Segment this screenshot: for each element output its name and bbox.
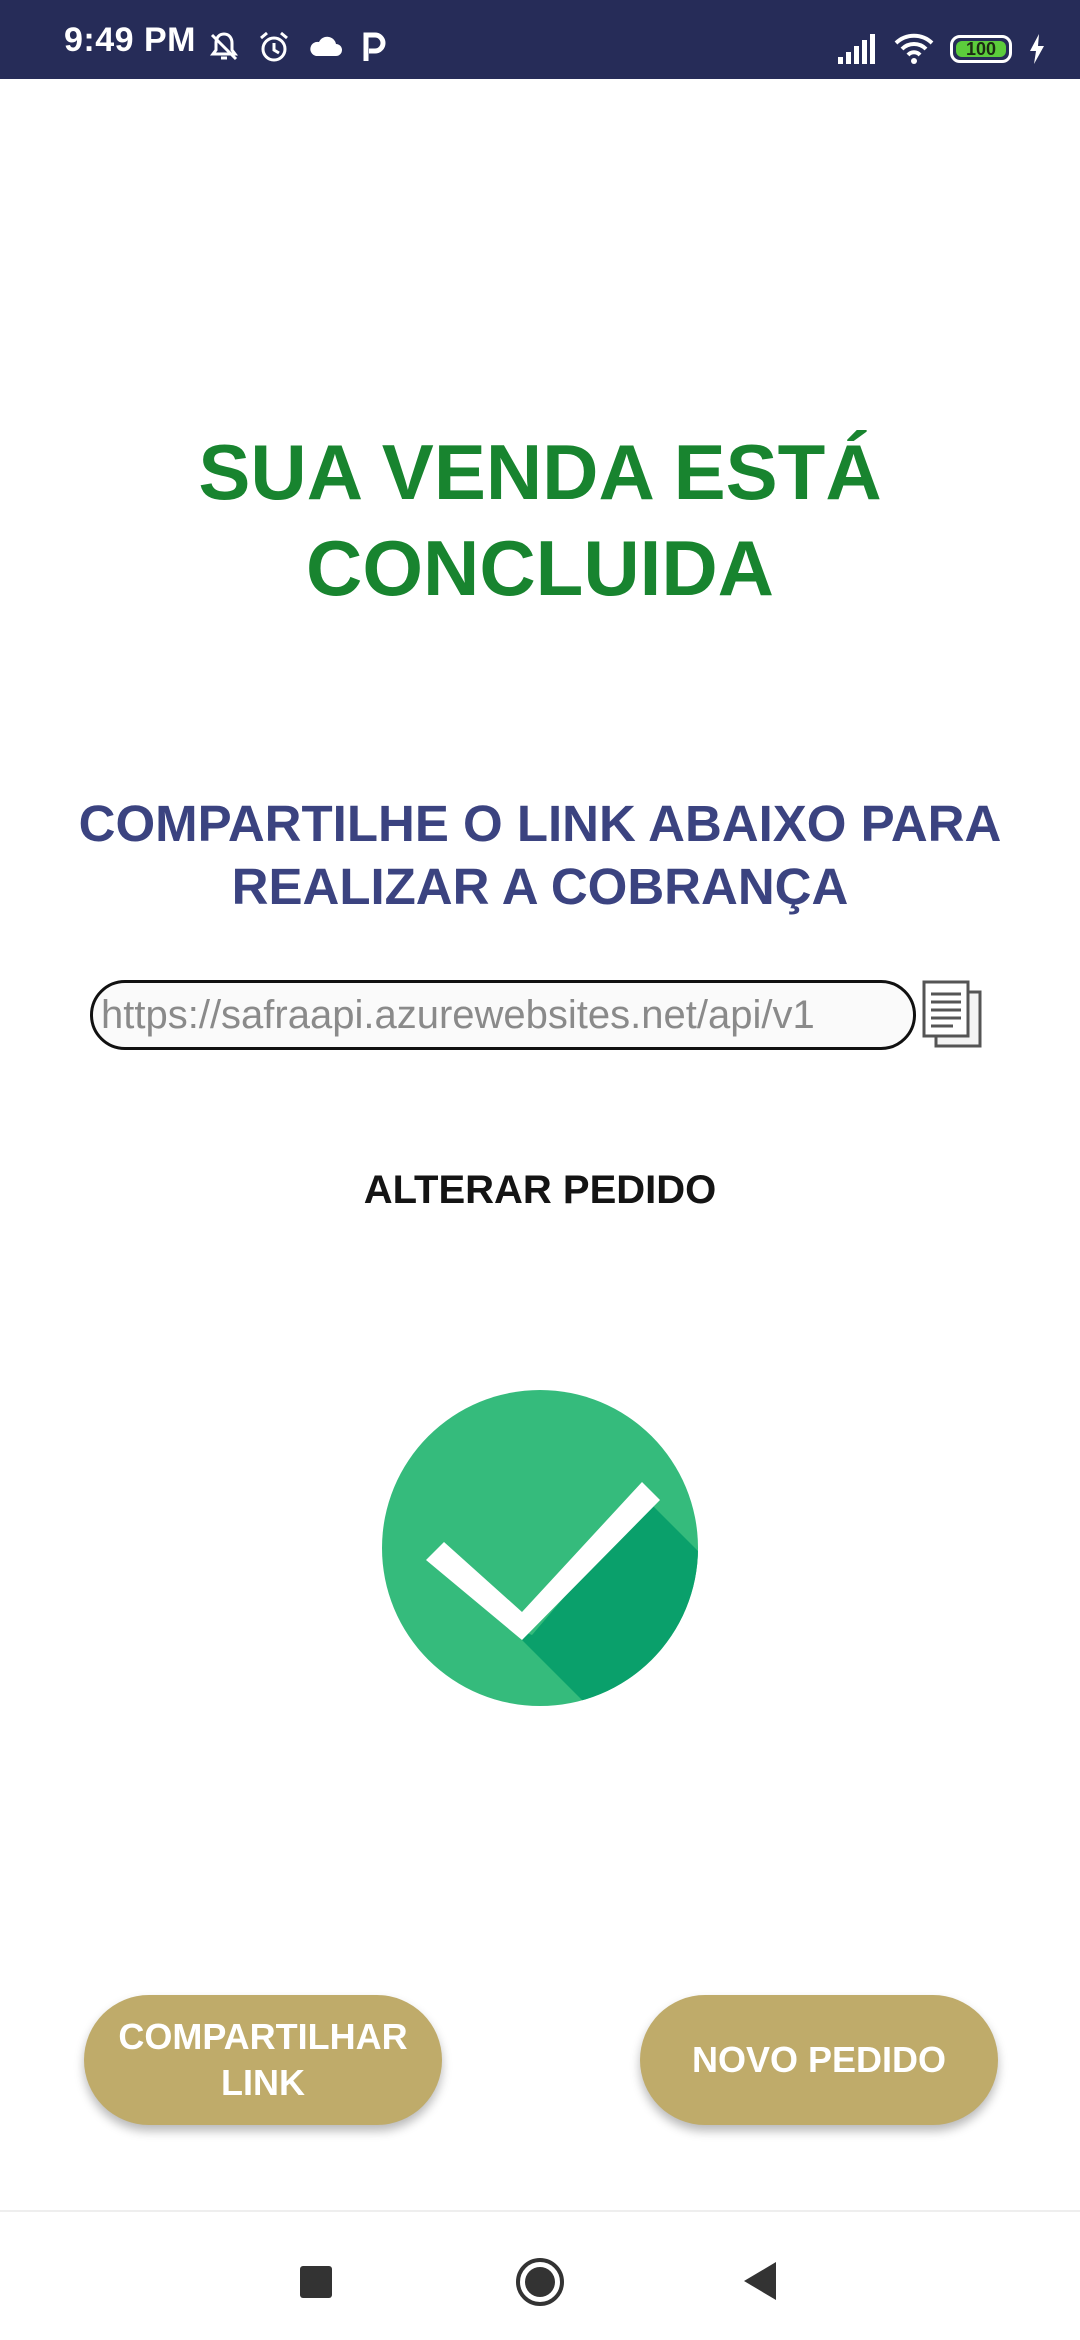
copy-link-button[interactable] (918, 978, 988, 1052)
navigation-bar (0, 2210, 1080, 2340)
alarm-icon (260, 31, 288, 62)
status-time: 9:49 PM (64, 21, 196, 59)
payment-link-field[interactable]: https://safraapi.azurewebsites.net/api/v… (90, 980, 916, 1050)
alter-order-link[interactable]: ALTERAR PEDIDO (290, 1162, 790, 1218)
wifi-icon (894, 33, 934, 64)
battery-icon: 100 (950, 35, 1012, 63)
home-icon[interactable] (514, 2256, 566, 2308)
share-link-button[interactable]: COMPARTILHAR LINK (84, 1995, 442, 2125)
page-title: SUA VENDA ESTÁ CONCLUIDA (198, 428, 882, 612)
status-bar: 9:49 PM 100 (0, 0, 1080, 79)
battery-level: 100 (965, 38, 997, 59)
back-icon[interactable] (742, 2260, 778, 2302)
parking-app-icon (363, 32, 386, 61)
copy-icon (922, 980, 982, 1048)
check-circle-icon (382, 1390, 698, 1706)
status-icons-left (206, 27, 388, 67)
cloud-icon (310, 36, 342, 56)
recent-apps-icon[interactable] (300, 2266, 332, 2298)
notifications-off-icon (210, 32, 238, 61)
share-instructions: COMPARTILHE O LINK ABAIXO PARA REALIZAR … (78, 795, 1002, 915)
status-icons-right: 100 (836, 27, 1046, 71)
new-order-button[interactable]: NOVO PEDIDO (640, 1995, 998, 2125)
charging-icon (1030, 34, 1044, 64)
screen: 9:49 PM 100 SUA VENDA ESTÁ CONCLUIDA COM… (0, 0, 1080, 2340)
signal-icon (838, 34, 875, 64)
